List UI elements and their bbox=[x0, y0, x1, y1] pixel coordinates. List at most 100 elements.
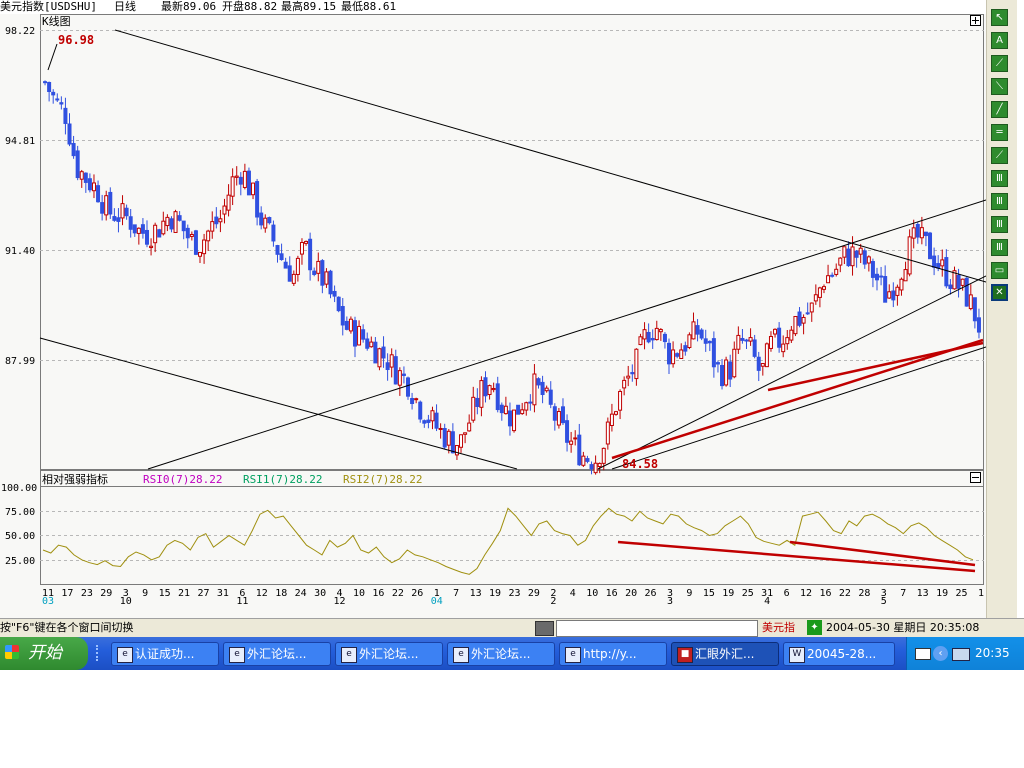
candle-up bbox=[813, 294, 818, 302]
x-day-tick: 23 bbox=[81, 588, 93, 599]
network-icon[interactable] bbox=[952, 648, 970, 661]
taskbar-item-2[interactable]: e 外汇论坛... bbox=[335, 642, 443, 666]
keyboard-icon[interactable] bbox=[915, 648, 931, 660]
candle-down bbox=[185, 227, 190, 239]
candle-up bbox=[324, 271, 329, 285]
calculator-icon[interactable] bbox=[535, 621, 554, 636]
candle-down bbox=[560, 406, 565, 424]
text-tool-icon[interactable]: A bbox=[991, 32, 1008, 49]
open-price: 开盘88.82 bbox=[222, 0, 278, 13]
candle-up bbox=[858, 247, 863, 255]
status-instrument: 美元指 bbox=[762, 621, 795, 634]
candle-down bbox=[854, 250, 859, 258]
candle-down bbox=[108, 191, 113, 215]
candle-down bbox=[695, 325, 700, 335]
candle-down bbox=[308, 238, 313, 271]
grid-tool-b-icon[interactable]: Ⅲ bbox=[991, 193, 1008, 210]
parallel-tool-icon[interactable]: ═ bbox=[991, 124, 1008, 141]
candle-down bbox=[267, 217, 272, 224]
ruler-tool-icon[interactable]: ▭ bbox=[991, 262, 1008, 279]
taskbar-item-0[interactable]: e 认证成功... bbox=[111, 642, 219, 666]
chart-area[interactable]: K线图 相对强弱指标 RSI0(7)28.22 RSI1(7)28.22 RSI… bbox=[0, 14, 986, 618]
taskbar-clock[interactable]: 20:35 bbox=[975, 637, 1010, 670]
pointer-tool-icon[interactable]: ↖ bbox=[991, 9, 1008, 26]
candle-up bbox=[397, 370, 402, 386]
candle-down bbox=[287, 265, 292, 282]
candle-up bbox=[838, 257, 843, 266]
chart-svg[interactable]: K线图 相对强弱指标 RSI0(7)28.22 RSI1(7)28.22 RSI… bbox=[0, 14, 986, 618]
candle-down bbox=[536, 378, 541, 386]
show-hidden-icons-icon[interactable]: ‹ bbox=[933, 646, 948, 661]
x-day-tick: 23 bbox=[508, 588, 520, 599]
candle-down bbox=[879, 275, 884, 278]
candle-down bbox=[132, 224, 137, 234]
trend-tool-icon[interactable]: ⟋ bbox=[991, 147, 1008, 164]
candle-down bbox=[683, 345, 688, 352]
lightbulb-icon[interactable]: ✦ bbox=[807, 620, 822, 635]
candle-down bbox=[283, 261, 288, 269]
grid-tool-d-icon[interactable]: Ⅲ bbox=[991, 239, 1008, 256]
candle-down bbox=[956, 274, 961, 289]
line-tool-icon[interactable]: ⟋ bbox=[991, 55, 1008, 72]
candle-down bbox=[422, 420, 427, 424]
candle-up bbox=[459, 434, 464, 448]
candle-up bbox=[210, 221, 215, 232]
candle-down bbox=[381, 346, 386, 359]
candle-down bbox=[259, 212, 264, 226]
candle-up bbox=[291, 273, 296, 284]
kline-expand-icon[interactable] bbox=[970, 15, 981, 26]
candle-up bbox=[911, 227, 916, 239]
candle-up bbox=[226, 194, 231, 211]
candle-up bbox=[369, 341, 374, 348]
x-month-tick: 10 bbox=[120, 596, 132, 607]
delete-tool-icon[interactable]: ✕ bbox=[991, 284, 1008, 301]
taskbar-item-1[interactable]: e 外汇论坛... bbox=[223, 642, 331, 666]
candle-down bbox=[883, 276, 888, 303]
rsi2-legend: RSI2(7)28.22 bbox=[343, 473, 422, 486]
x-day-tick: 1 bbox=[978, 588, 984, 599]
x-day-tick: 29 bbox=[100, 588, 112, 599]
ray-tool-icon[interactable]: ⟍ bbox=[991, 78, 1008, 95]
x-day-tick: 20 bbox=[625, 588, 637, 599]
candle-up bbox=[654, 327, 659, 341]
command-input[interactable] bbox=[556, 620, 758, 637]
x-month-tick: 11 bbox=[236, 596, 248, 607]
candle-up bbox=[218, 218, 223, 223]
taskbar-item-5[interactable]: ■ 汇眼外汇... bbox=[671, 642, 779, 666]
candle-up bbox=[826, 275, 831, 284]
candle-up bbox=[809, 302, 814, 313]
candle-up bbox=[773, 328, 778, 335]
candles-group bbox=[43, 80, 981, 475]
candle-down bbox=[862, 250, 867, 265]
taskbar-item-6[interactable]: W 20045-28... bbox=[783, 642, 895, 666]
candle-up bbox=[581, 455, 586, 466]
candle-up bbox=[887, 291, 892, 299]
quicklaunch-grip[interactable] bbox=[96, 645, 106, 661]
kline-ytick-2: 91.40 bbox=[5, 246, 35, 257]
candle-up bbox=[622, 379, 627, 389]
candle-up bbox=[348, 318, 353, 332]
candle-down bbox=[450, 431, 455, 454]
taskbar-item-3[interactable]: e 外汇论坛... bbox=[447, 642, 555, 666]
candle-up bbox=[357, 325, 362, 346]
rsi-collapse-icon[interactable] bbox=[970, 472, 981, 483]
low-price: 最低88.61 bbox=[341, 0, 397, 13]
candle-down bbox=[401, 373, 406, 376]
candle-down bbox=[972, 297, 977, 322]
taskbar: 开始 e 认证成功... e 外汇论坛... e 外汇论坛... e 外汇论坛... e… bbox=[0, 637, 1024, 670]
x-month-tick: 03 bbox=[42, 596, 54, 607]
peak-price-label: 96.98 bbox=[58, 33, 94, 47]
candle-up bbox=[817, 287, 822, 298]
candle-down bbox=[55, 98, 60, 101]
start-button[interactable]: 开始 bbox=[0, 637, 88, 670]
candle-down bbox=[699, 329, 704, 339]
candle-down bbox=[275, 245, 280, 255]
grid-tool-a-icon[interactable]: Ⅲ bbox=[991, 170, 1008, 187]
rsi1-legend: RSI1(7)28.22 bbox=[243, 473, 322, 486]
candle-up bbox=[471, 396, 476, 421]
segment-tool-icon[interactable]: ╱ bbox=[991, 101, 1008, 118]
candle-down bbox=[51, 91, 56, 96]
grid-tool-c-icon[interactable]: Ⅲ bbox=[991, 216, 1008, 233]
taskbar-item-4[interactable]: e http://y... bbox=[559, 642, 667, 666]
candle-up bbox=[161, 220, 166, 235]
